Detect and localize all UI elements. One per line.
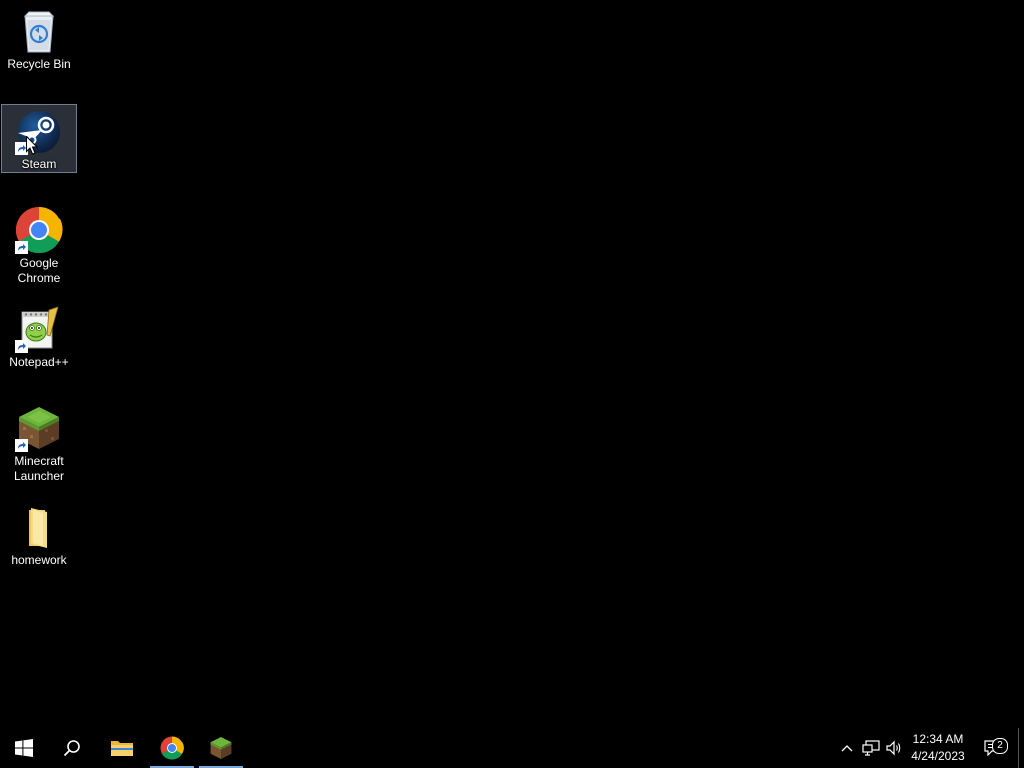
- taskbar-chrome-button[interactable]: [148, 728, 196, 768]
- clock-time: 12:34 AM: [912, 732, 964, 746]
- desktop-icon-label: Steam: [21, 157, 57, 171]
- desktop-icon-label: Google Chrome: [17, 256, 61, 285]
- shortcut-arrow-icon: [15, 439, 28, 452]
- network-button[interactable]: [860, 728, 882, 768]
- steam-icon: [15, 108, 63, 155]
- network-icon: [862, 740, 880, 756]
- search-icon: [63, 740, 80, 757]
- recycle-bin-icon: [15, 7, 63, 55]
- desktop-icon-label: Notepad++: [9, 355, 69, 369]
- speaker-icon: [886, 740, 901, 756]
- shortcut-arrow-icon: [15, 340, 28, 353]
- search-button[interactable]: [48, 728, 96, 768]
- desktop-icon-label: homework: [11, 553, 67, 567]
- desktop-icon-google-chrome[interactable]: Google Chrome: [1, 202, 77, 287]
- chrome-icon: [15, 206, 63, 254]
- taskbar-minecraft-launcher-button[interactable]: [197, 728, 245, 768]
- shortcut-arrow-icon: [15, 241, 28, 254]
- start-button[interactable]: [0, 728, 48, 768]
- clock-date: 4/24/2023: [911, 749, 965, 763]
- folder-icon: [15, 503, 63, 551]
- clock-button[interactable]: 12:34 AM 4/24/2023: [904, 730, 972, 766]
- desktop-icon-label: Minecraft Launcher: [13, 454, 65, 483]
- minecraft-launcher-icon: [15, 404, 63, 452]
- desktop-icon-notepad-plus-plus[interactable]: Notepad++: [1, 301, 77, 371]
- desktop: Recycle Bin Steam Google Chrome Notepad+…: [0, 0, 1024, 728]
- show-hidden-icons-button[interactable]: [838, 728, 856, 768]
- notification-count-badge: 2: [992, 738, 1008, 754]
- folder-icon: [111, 741, 133, 756]
- mouse-cursor-icon: [26, 136, 38, 155]
- desktop-icon-steam[interactable]: Steam: [1, 104, 77, 173]
- chrome-icon: [160, 736, 184, 760]
- desktop-icon-recycle-bin[interactable]: Recycle Bin: [1, 3, 77, 73]
- chevron-up-icon: [841, 745, 853, 752]
- minecraft-launcher-icon: [210, 737, 232, 759]
- taskbar-file-explorer-button[interactable]: [98, 728, 146, 768]
- notepad-plus-plus-icon: [15, 305, 63, 353]
- show-desktop-button[interactable]: [1018, 728, 1019, 768]
- desktop-icon-label: Recycle Bin: [7, 57, 71, 71]
- volume-button[interactable]: [884, 728, 906, 768]
- taskbar: 12:34 AM 4/24/2023 2: [0, 728, 1024, 768]
- desktop-icon-homework-folder[interactable]: homework: [1, 499, 77, 569]
- desktop-icon-minecraft-launcher[interactable]: Minecraft Launcher: [1, 400, 77, 485]
- windows-start-icon: [15, 739, 33, 757]
